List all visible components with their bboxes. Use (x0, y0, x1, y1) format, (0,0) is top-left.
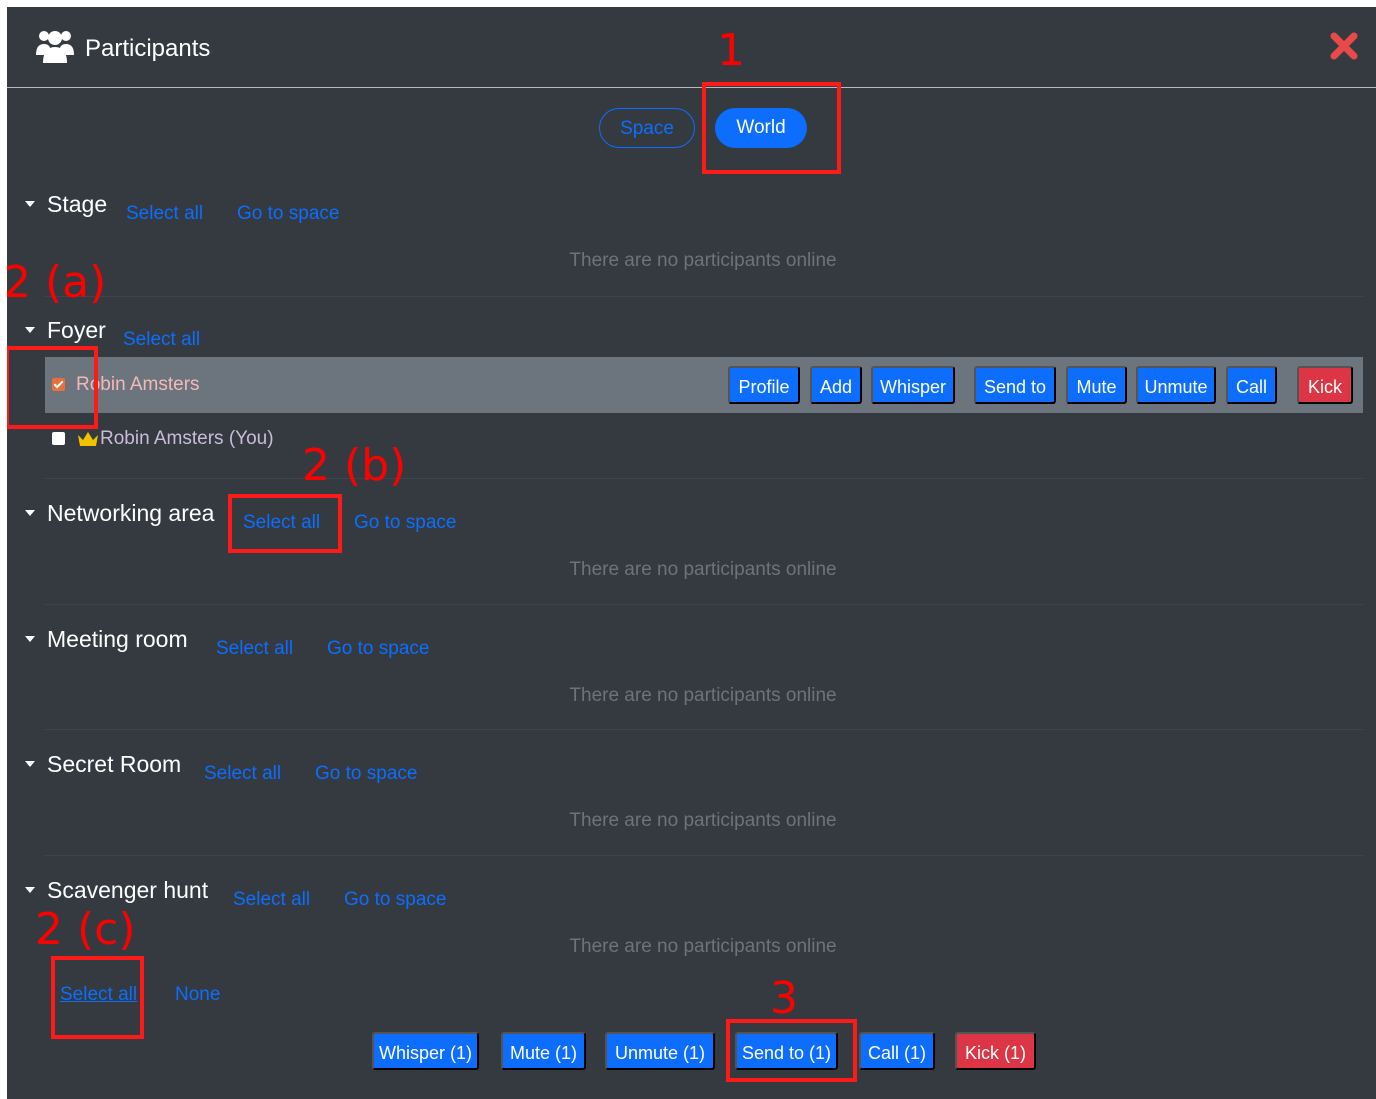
annotation-label-2c: 2 (c) (35, 904, 136, 955)
bulk-unmute-button[interactable]: Unmute (1) (605, 1032, 715, 1070)
add-button[interactable]: Add (810, 366, 862, 404)
annotation-box-2c (51, 956, 144, 1039)
go-to-space-link[interactable]: Go to space (354, 512, 456, 534)
select-all-link[interactable]: Select all (204, 763, 281, 785)
bulk-call-button[interactable]: Call (1) (859, 1032, 935, 1070)
section-title: Scavenger hunt (47, 877, 209, 903)
go-to-space-link[interactable]: Go to space (344, 889, 446, 911)
divider (45, 855, 1363, 856)
go-to-space-link[interactable]: Go to space (237, 203, 339, 225)
empty-message: There are no participants online (569, 936, 837, 957)
profile-button[interactable]: Profile (728, 366, 800, 404)
divider (45, 729, 1363, 730)
annotation-label-3: 3 (770, 973, 798, 1024)
select-all-link[interactable]: Select all (216, 638, 293, 660)
caret-down-icon[interactable] (25, 761, 35, 767)
section-title: Meeting room (47, 626, 188, 652)
divider (45, 478, 1363, 479)
empty-message: There are no participants online (569, 250, 837, 271)
unmute-button[interactable]: Unmute (1136, 366, 1216, 404)
send-to-button[interactable]: Send to (974, 366, 1056, 404)
annotation-label-2b: 2 (b) (302, 440, 407, 491)
section-title: Stage (47, 191, 108, 217)
kick-button[interactable]: Kick (1297, 366, 1353, 404)
participant-name: Robin Amsters (You) (100, 428, 274, 449)
caret-down-icon[interactable] (25, 327, 35, 333)
annotation-label-1: 1 (717, 25, 745, 76)
select-all-link[interactable]: Select all (126, 203, 203, 225)
go-to-space-link[interactable]: Go to space (327, 638, 429, 660)
participant-row[interactable]: Robin Amsters Profile Add Whisper Send t… (45, 357, 1363, 413)
annotation-box-3 (726, 1019, 857, 1082)
caret-down-icon[interactable] (25, 201, 35, 207)
bulk-whisper-button[interactable]: Whisper (1) (372, 1032, 479, 1070)
users-icon (36, 31, 74, 63)
caret-down-icon[interactable] (25, 636, 35, 642)
section-title: Foyer (47, 317, 106, 343)
select-all-link[interactable]: Select all (233, 889, 310, 911)
page-title: Participants (85, 35, 211, 62)
bulk-mute-button[interactable]: Mute (1) (501, 1032, 586, 1070)
whisper-button[interactable]: Whisper (871, 366, 955, 404)
empty-message: There are no participants online (569, 559, 837, 580)
panel-header: Participants (7, 7, 1376, 88)
annotation-box-2a (7, 346, 98, 429)
divider (45, 296, 1363, 297)
caret-down-icon[interactable] (25, 510, 35, 516)
participants-panel: Participants Space World Stage Select al… (7, 7, 1376, 1099)
mute-button[interactable]: Mute (1066, 366, 1127, 404)
go-to-space-link[interactable]: Go to space (315, 763, 417, 785)
empty-message: There are no participants online (569, 685, 837, 706)
bulk-kick-button[interactable]: Kick (1) (955, 1032, 1036, 1070)
select-none-link[interactable]: None (175, 984, 220, 1006)
select-all-link[interactable]: Select all (123, 329, 200, 351)
annotation-label-2a: 2 (a) (7, 257, 107, 308)
section-title: Secret Room (47, 751, 182, 777)
empty-message: There are no participants online (569, 810, 837, 831)
call-button[interactable]: Call (1226, 366, 1277, 404)
participant-checkbox[interactable] (52, 432, 65, 445)
close-icon[interactable] (1330, 32, 1358, 60)
divider (45, 604, 1363, 605)
space-tab[interactable]: Space (599, 108, 695, 148)
crown-icon (78, 432, 98, 446)
caret-down-icon[interactable] (25, 887, 35, 893)
annotation-box-2b (228, 494, 342, 553)
annotation-box-1 (702, 82, 841, 174)
section-title: Networking area (47, 500, 215, 526)
